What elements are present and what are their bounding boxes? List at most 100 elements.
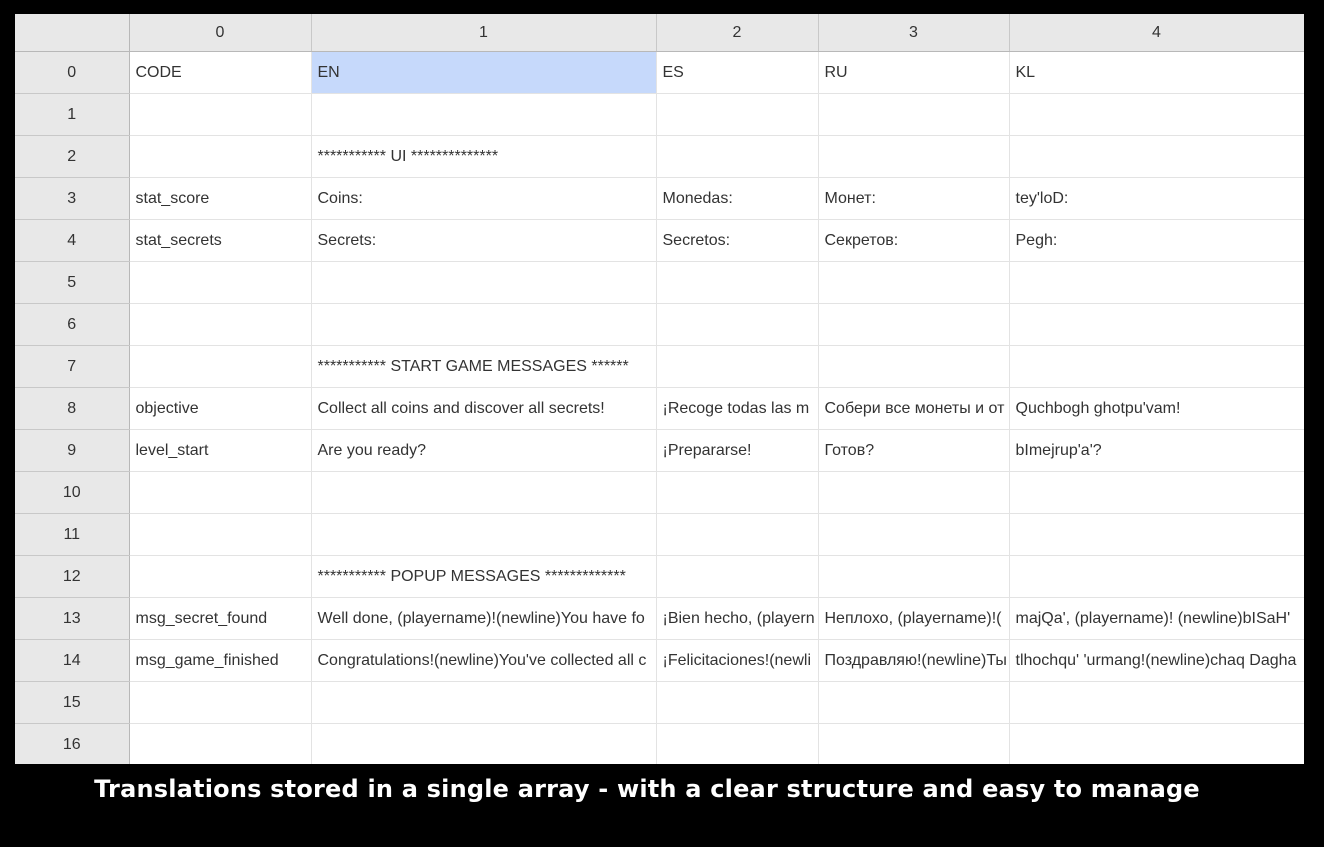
grid-cell[interactable]: Well done, (playername)!(newline)You hav… [311,597,657,640]
grid-cell[interactable] [1009,681,1304,724]
grid-cell[interactable] [656,345,819,388]
grid-cell[interactable] [129,723,312,764]
grid-cell[interactable] [1009,471,1304,514]
grid-cell[interactable]: ¡Recoge todas las m [656,387,819,430]
row-header[interactable]: 16 [15,723,130,764]
grid-cell[interactable] [656,135,819,178]
grid-cell[interactable] [656,303,819,346]
grid-cell[interactable]: tey'loD: [1009,177,1304,220]
grid-cell[interactable]: Collect all coins and discover all secre… [311,387,657,430]
grid-cell[interactable]: tlhochqu' 'urmang!(newline)chaq Dagha [1009,639,1304,682]
column-header[interactable]: 1 [311,14,657,52]
grid-cell[interactable] [818,345,1010,388]
grid-cell[interactable]: ES [656,51,819,94]
grid-cell[interactable] [818,135,1010,178]
grid-cell[interactable]: EN [311,51,657,94]
grid-cell[interactable] [129,555,312,598]
row-header[interactable]: 12 [15,555,130,598]
grid-cell[interactable] [656,513,819,556]
grid-cell[interactable] [129,135,312,178]
row-header[interactable]: 11 [15,513,130,556]
grid-cell[interactable]: ¡Prepararse! [656,429,819,472]
grid-cell[interactable] [1009,345,1304,388]
grid-cell[interactable] [656,681,819,724]
column-header[interactable]: 2 [656,14,819,52]
grid-cell[interactable]: Поздравляю!(newline)Ты [818,639,1010,682]
grid-cell[interactable]: ¡Bien hecho, (playern [656,597,819,640]
row-header[interactable]: 9 [15,429,130,472]
grid-cell[interactable] [818,261,1010,304]
grid-cell[interactable] [311,723,657,764]
grid-cell[interactable] [311,93,657,136]
grid-cell[interactable] [129,261,312,304]
grid-cell[interactable] [311,261,657,304]
grid-cell[interactable]: objective [129,387,312,430]
grid-cell[interactable] [129,681,312,724]
row-header[interactable]: 4 [15,219,130,262]
grid-cell[interactable]: KL [1009,51,1304,94]
grid-cell[interactable]: Coins: [311,177,657,220]
grid-cell[interactable]: majQa', (playername)! (newline)bISaH' [1009,597,1304,640]
grid-cell[interactable]: Pegh: [1009,219,1304,262]
row-header[interactable]: 10 [15,471,130,514]
row-header[interactable]: 0 [15,51,130,94]
grid-cell[interactable] [1009,303,1304,346]
grid-cell[interactable] [129,513,312,556]
grid-cell[interactable]: stat_score [129,177,312,220]
grid-cell[interactable] [129,93,312,136]
grid-cell[interactable] [656,93,819,136]
column-header[interactable]: 3 [818,14,1010,52]
grid-cell[interactable] [1009,723,1304,764]
grid-cell[interactable]: Монет: [818,177,1010,220]
grid-cell[interactable]: Secrets: [311,219,657,262]
grid-cell[interactable] [1009,135,1304,178]
grid-cell[interactable] [1009,513,1304,556]
grid-cell[interactable] [129,303,312,346]
grid-cell[interactable]: Secretos: [656,219,819,262]
grid-cell[interactable] [818,303,1010,346]
grid-cell[interactable] [311,471,657,514]
row-header[interactable]: 6 [15,303,130,346]
row-header[interactable]: 5 [15,261,130,304]
grid-cell[interactable] [1009,555,1304,598]
grid-cell[interactable]: Секретов: [818,219,1010,262]
grid-cell[interactable] [311,513,657,556]
column-header[interactable]: 0 [129,14,312,52]
grid-cell[interactable] [656,723,819,764]
grid-cell[interactable] [818,471,1010,514]
grid-cell[interactable]: *********** START GAME MESSAGES ****** [311,345,657,388]
row-header[interactable]: 1 [15,93,130,136]
grid-cell[interactable] [129,345,312,388]
row-header[interactable]: 7 [15,345,130,388]
grid-cell[interactable] [311,681,657,724]
row-header[interactable]: 8 [15,387,130,430]
grid-cell[interactable] [1009,93,1304,136]
row-header[interactable]: 14 [15,639,130,682]
grid-cell[interactable] [129,471,312,514]
grid-cell[interactable]: level_start [129,429,312,472]
grid-cell[interactable] [818,681,1010,724]
grid-cell[interactable]: *********** POPUP MESSAGES ************* [311,555,657,598]
grid-cell[interactable]: Congratulations!(newline)You've collecte… [311,639,657,682]
grid-cell[interactable]: Monedas: [656,177,819,220]
grid-cell[interactable]: stat_secrets [129,219,312,262]
grid-cell[interactable]: CODE [129,51,312,94]
grid-cell[interactable]: Quchbogh ghotpu'vam! [1009,387,1304,430]
grid-cell[interactable] [1009,261,1304,304]
grid-cell[interactable] [818,513,1010,556]
grid-cell[interactable]: Готов? [818,429,1010,472]
grid-cell[interactable]: ¡Felicitaciones!(newli [656,639,819,682]
row-header[interactable]: 15 [15,681,130,724]
row-header[interactable]: 3 [15,177,130,220]
grid-cell[interactable] [818,93,1010,136]
grid-cell[interactable]: msg_secret_found [129,597,312,640]
grid-cell[interactable] [818,723,1010,764]
grid-cell[interactable] [656,471,819,514]
row-header[interactable]: 13 [15,597,130,640]
grid-cell[interactable]: Неплохо, (playername)!( [818,597,1010,640]
grid-cell[interactable]: RU [818,51,1010,94]
grid-cell[interactable]: msg_game_finished [129,639,312,682]
grid-cell[interactable]: Are you ready? [311,429,657,472]
grid-cell[interactable]: Собери все монеты и от [818,387,1010,430]
grid-cell[interactable]: bImejrup'a'? [1009,429,1304,472]
